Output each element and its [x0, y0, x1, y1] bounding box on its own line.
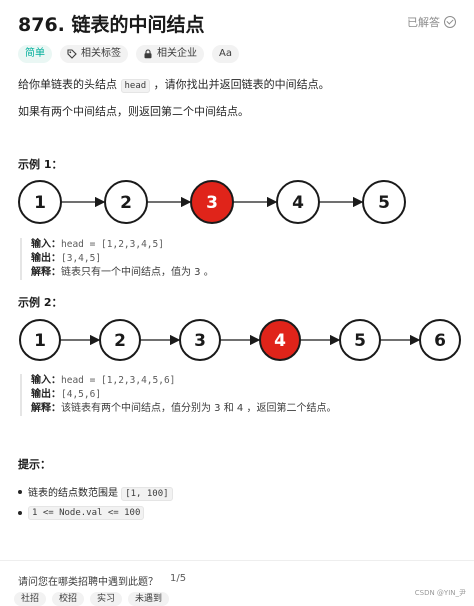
explain-label: 解释：: [31, 267, 61, 278]
solved-status: 已解答: [407, 14, 456, 30]
explain-value: 该链表有两个中间结点，值分别为 3 和 4 ，返回第二个结点。: [61, 403, 337, 414]
list-node-label: 5: [378, 193, 390, 213]
list-node-label: 2: [120, 193, 132, 213]
input-value: head = [1,2,3,4,5]: [61, 239, 164, 250]
list-node-label: 3: [206, 193, 218, 213]
description-text: ，请你找出并返回链表的中间结点。: [150, 78, 330, 91]
survey-counter: 1/5: [170, 573, 187, 584]
difficulty-tag[interactable]: 简单: [18, 45, 52, 63]
survey-option-button[interactable]: 实习: [90, 592, 123, 606]
example-1-heading: 示例 1：: [18, 158, 63, 171]
survey-options: 社招 校招 实习 未遇到: [14, 592, 170, 606]
list-node-label: 1: [34, 331, 46, 351]
description-line-1: 给你单链表的头结点 head ，请你找出并返回链表的中间结点。: [18, 76, 330, 93]
description-line-2: 如果有两个中间结点，则返回第二个中间结点。: [18, 105, 249, 118]
input-label: 输入：: [31, 239, 61, 250]
hints-heading: 提示：: [18, 458, 51, 471]
lock-icon: [144, 49, 152, 59]
list-node-label: 3: [194, 331, 206, 351]
tag-bar: 简单 相关标签 相关企业 Aa: [18, 45, 239, 63]
bullet-icon: [18, 489, 22, 494]
list-node-label: 2: [114, 331, 126, 351]
output-label: 输出：: [31, 389, 61, 400]
companies-tag[interactable]: 相关企业: [136, 45, 204, 63]
list-node-label: 6: [434, 331, 446, 351]
example-2-heading: 示例 2：: [18, 296, 63, 309]
companies-tag-label: 相关企业: [157, 48, 197, 59]
watermark: CSDN @YIN_尹: [414, 589, 466, 597]
list-node-label: 4: [292, 193, 304, 213]
output-label: 输出：: [31, 253, 61, 264]
list-node-label: 5: [354, 331, 366, 351]
description-text: 给你单链表的头结点: [18, 78, 121, 91]
input-value: head = [1,2,3,4,5,6]: [61, 375, 176, 386]
hint-item: 1 <= Node.val <= 100: [18, 506, 145, 520]
example-1-block: 输入：head = [1,2,3,4,5] 输出：[3,4,5] 解释：链表只有…: [20, 238, 214, 280]
example-2-block: 输入：head = [1,2,3,4,5,6] 输出：[4,5,6] 解释：该链…: [20, 374, 336, 416]
problem-title: 876. 链表的中间结点: [18, 14, 205, 36]
hint-code: 1 <= Node.val <= 100: [28, 506, 145, 520]
survey-option-button[interactable]: 校招: [52, 592, 85, 606]
list-node-label: 4: [274, 331, 286, 351]
list-node-label: 1: [34, 193, 46, 213]
survey-question: 请问您在哪类招聘中遇到此题？: [18, 577, 158, 588]
font-size-button[interactable]: Aa: [212, 45, 239, 63]
topics-tag-label: 相关标签: [81, 48, 121, 59]
explain-label: 解释：: [31, 403, 61, 414]
survey-option-button[interactable]: 未遇到: [128, 592, 170, 606]
output-value: [4,5,6]: [61, 389, 102, 400]
explain-value: 链表只有一个中间结点，值为 3 。: [61, 267, 214, 278]
check-circle-icon: [444, 16, 456, 28]
hint-text: 链表的结点数范围是: [28, 488, 122, 499]
topics-tag[interactable]: 相关标签: [60, 45, 128, 63]
example-2-linked-list-diagram: 1 2 3 4 5 6: [19, 319, 461, 361]
survey-option-button[interactable]: 社招: [14, 592, 47, 606]
tag-icon: [67, 49, 77, 59]
inline-code: head: [120, 79, 151, 93]
footer-divider: [0, 560, 474, 561]
input-label: 输入：: [31, 375, 61, 386]
hint-item: 链表的结点数范围是 [1, 100]: [18, 484, 173, 501]
hint-code: [1, 100]: [121, 487, 173, 501]
output-value: [3,4,5]: [61, 253, 102, 264]
example-1-linked-list-diagram: 1 2 3 4 5: [18, 180, 406, 224]
bullet-icon: [18, 510, 22, 515]
solved-label: 已解答: [407, 16, 440, 29]
